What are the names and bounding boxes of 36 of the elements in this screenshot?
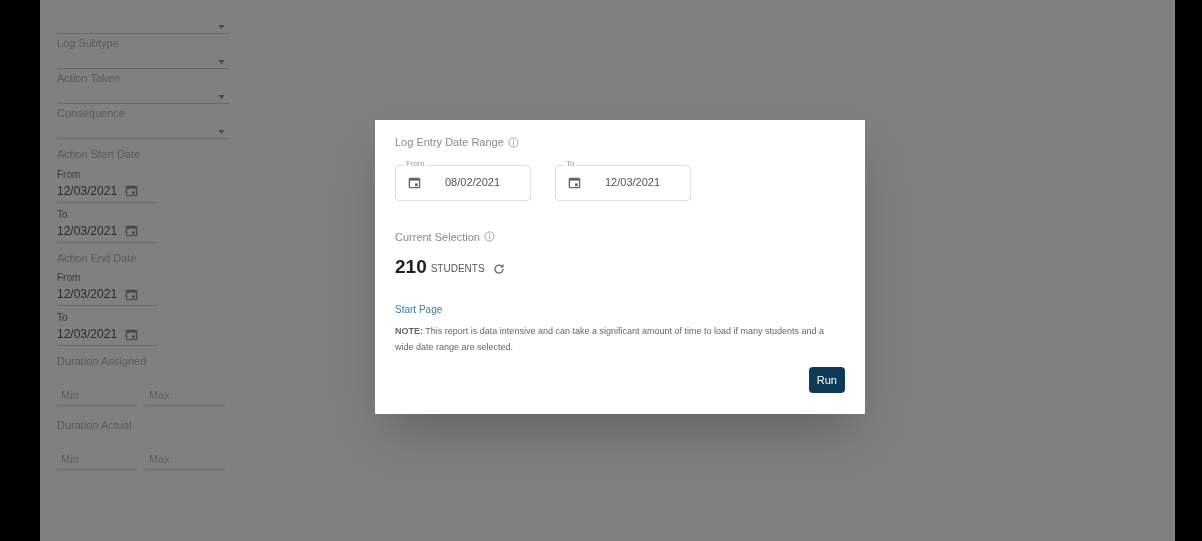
date-value: 12/03/2021: [57, 286, 118, 303]
calendar-icon[interactable]: [408, 176, 421, 189]
student-count: 210: [395, 257, 427, 276]
calendar-icon[interactable]: [125, 327, 139, 341]
field-label: From: [57, 273, 82, 283]
date-value: 12/03/2021: [57, 182, 118, 200]
field-label: To: [57, 209, 69, 220]
field-label: From: [404, 159, 427, 168]
info-icon[interactable]: [507, 136, 519, 148]
date-field[interactable]: 12/03/2021: [57, 323, 157, 346]
date-value: 12/03/2021: [57, 326, 118, 343]
refresh-icon[interactable]: [492, 263, 505, 275]
section-title: Current Selection: [395, 229, 480, 245]
field-label: From: [57, 169, 82, 180]
dropdown-arrow-icon[interactable]: [218, 25, 225, 29]
field-label: To: [57, 313, 69, 323]
date-field[interactable]: 12/03/2021: [57, 219, 157, 243]
calendar-icon[interactable]: [125, 287, 139, 301]
date-value: 08/02/2021: [445, 175, 501, 191]
run-button[interactable]: Run: [808, 367, 845, 393]
count-unit: STUDENTS: [430, 264, 485, 274]
info-icon[interactable]: [484, 231, 495, 243]
note-text: NOTE: This report is data intensive and can take a significant amount of time to load if many students and a wide date range are selected.: [395, 325, 826, 354]
date-field[interactable]: 12/03/2021: [57, 179, 157, 203]
start-page-link[interactable]: Start Page: [395, 302, 443, 317]
dropdown-arrow-icon[interactable]: [218, 130, 225, 134]
date-value: 12/03/2021: [605, 175, 661, 191]
dropdown-arrow-icon[interactable]: [218, 60, 225, 64]
field-label: To: [564, 159, 577, 168]
section-title: Log Entry Date Range: [395, 135, 504, 150]
calendar-icon[interactable]: [125, 184, 139, 197]
calendar-icon[interactable]: [125, 224, 139, 237]
dropdown-arrow-icon[interactable]: [218, 95, 225, 99]
date-value: 12/03/2021: [57, 222, 118, 240]
date-field[interactable]: 12/03/2021: [57, 283, 157, 306]
calendar-icon[interactable]: [568, 176, 581, 189]
